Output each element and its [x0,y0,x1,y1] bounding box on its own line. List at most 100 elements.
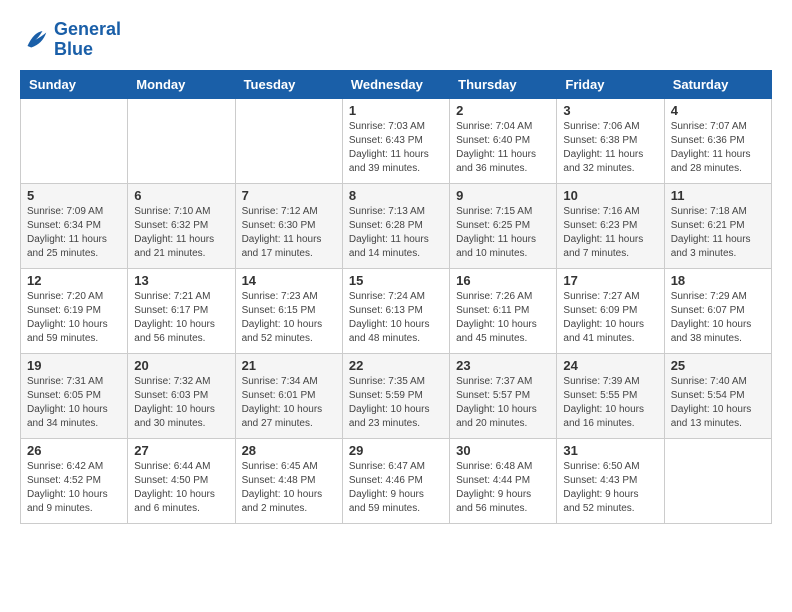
day-number: 8 [349,188,443,203]
calendar-week-row: 5 Sunrise: 7:09 AM Sunset: 6:34 PM Daylig… [21,183,772,268]
calendar-cell: 28 Sunrise: 6:45 AM Sunset: 4:48 PM Dayli… [235,438,342,523]
day-info: Sunrise: 6:42 AM Sunset: 4:52 PM Dayligh… [27,460,121,516]
calendar-cell: 6 Sunrise: 7:10 AM Sunset: 6:32 PM Daylig… [128,183,235,268]
day-number: 3 [563,103,657,118]
day-number: 12 [27,273,121,288]
day-info: Sunrise: 7:29 AM Sunset: 6:07 PM Dayligh… [671,290,765,346]
day-info: Sunrise: 7:34 AM Sunset: 6:01 PM Dayligh… [242,375,336,431]
calendar-cell: 16Sunrise: 7:26 AM Sunset: 6:11 PM Dayli… [450,268,557,353]
calendar-cell: 3 Sunrise: 7:06 AM Sunset: 6:38 PM Daylig… [557,98,664,183]
day-info: Sunrise: 7:39 AM Sunset: 5:55 PM Dayligh… [563,375,657,431]
day-info: Sunrise: 7:03 AM Sunset: 6:43 PM Dayligh… [349,120,443,176]
logo-text: General Blue [54,20,121,60]
day-number: 5 [27,188,121,203]
calendar-cell: 2 Sunrise: 7:04 AM Sunset: 6:40 PM Daylig… [450,98,557,183]
day-info: Sunrise: 7:13 AM Sunset: 6:28 PM Dayligh… [349,205,443,261]
day-number: 27 [134,443,228,458]
day-info: Sunrise: 7:31 AM Sunset: 6:05 PM Dayligh… [27,375,121,431]
day-number: 11 [671,188,765,203]
calendar-cell: 13 Sunrise: 7:21 AM Sunset: 6:17 PM Dayli… [128,268,235,353]
calendar-week-row: 19 Sunrise: 7:31 AM Sunset: 6:05 PM Dayli… [21,353,772,438]
calendar-week-row: 1 Sunrise: 7:03 AM Sunset: 6:43 PM Daylig… [21,98,772,183]
calendar-cell: 31 Sunrise: 6:50 AM Sunset: 4:43 PM Dayli… [557,438,664,523]
day-info: Sunrise: 7:37 AM Sunset: 5:57 PM Dayligh… [456,375,550,431]
calendar-cell: 5 Sunrise: 7:09 AM Sunset: 6:34 PM Daylig… [21,183,128,268]
day-number: 17 [563,273,657,288]
weekday-header-sunday: Sunday [21,70,128,98]
weekday-header-row: SundayMondayTuesdayWednesdayThursdayFrid… [21,70,772,98]
weekday-header-friday: Friday [557,70,664,98]
logo-icon [20,25,50,55]
calendar-cell: 4 Sunrise: 7:07 AM Sunset: 6:36 PM Daylig… [664,98,771,183]
calendar-cell: 23 Sunrise: 7:37 AM Sunset: 5:57 PM Dayli… [450,353,557,438]
day-number: 13 [134,273,228,288]
day-info: Sunrise: 7:23 AM Sunset: 6:15 PM Dayligh… [242,290,336,346]
calendar-cell: 10 Sunrise: 7:16 AM Sunset: 6:23 PM Dayli… [557,183,664,268]
calendar-cell: 26 Sunrise: 6:42 AM Sunset: 4:52 PM Dayli… [21,438,128,523]
day-info: Sunrise: 7:32 AM Sunset: 6:03 PM Dayligh… [134,375,228,431]
calendar-cell: 27 Sunrise: 6:44 AM Sunset: 4:50 PM Dayli… [128,438,235,523]
day-number: 23 [456,358,550,373]
day-info: Sunrise: 7:15 AM Sunset: 6:25 PM Dayligh… [456,205,550,261]
day-number: 25 [671,358,765,373]
day-number: 19 [27,358,121,373]
day-info: Sunrise: 7:20 AM Sunset: 6:19 PM Dayligh… [27,290,121,346]
day-info: Sunrise: 6:50 AM Sunset: 4:43 PM Dayligh… [563,460,657,516]
calendar-cell: 21 Sunrise: 7:34 AM Sunset: 6:01 PM Dayli… [235,353,342,438]
calendar-cell: 17Sunrise: 7:27 AM Sunset: 6:09 PM Dayli… [557,268,664,353]
calendar-cell: 30 Sunrise: 6:48 AM Sunset: 4:44 PM Dayli… [450,438,557,523]
day-info: Sunrise: 7:09 AM Sunset: 6:34 PM Dayligh… [27,205,121,261]
day-info: Sunrise: 7:10 AM Sunset: 6:32 PM Dayligh… [134,205,228,261]
day-info: Sunrise: 7:06 AM Sunset: 6:38 PM Dayligh… [563,120,657,176]
day-info: Sunrise: 7:21 AM Sunset: 6:17 PM Dayligh… [134,290,228,346]
weekday-header-saturday: Saturday [664,70,771,98]
calendar: SundayMondayTuesdayWednesdayThursdayFrid… [20,70,772,524]
day-info: Sunrise: 6:45 AM Sunset: 4:48 PM Dayligh… [242,460,336,516]
day-number: 10 [563,188,657,203]
calendar-cell: 24Sunrise: 7:39 AM Sunset: 5:55 PM Dayli… [557,353,664,438]
calendar-cell: 7 Sunrise: 7:12 AM Sunset: 6:30 PM Daylig… [235,183,342,268]
calendar-week-row: 26 Sunrise: 6:42 AM Sunset: 4:52 PM Dayli… [21,438,772,523]
day-number: 18 [671,273,765,288]
calendar-cell: 1 Sunrise: 7:03 AM Sunset: 6:43 PM Daylig… [342,98,449,183]
day-number: 7 [242,188,336,203]
calendar-cell: 14 Sunrise: 7:23 AM Sunset: 6:15 PM Dayli… [235,268,342,353]
day-number: 4 [671,103,765,118]
calendar-cell: 20 Sunrise: 7:32 AM Sunset: 6:03 PM Dayli… [128,353,235,438]
header: General Blue [20,20,772,60]
day-number: 20 [134,358,228,373]
logo: General Blue [20,20,121,60]
day-info: Sunrise: 7:40 AM Sunset: 5:54 PM Dayligh… [671,375,765,431]
weekday-header-wednesday: Wednesday [342,70,449,98]
weekday-header-thursday: Thursday [450,70,557,98]
day-info: Sunrise: 6:44 AM Sunset: 4:50 PM Dayligh… [134,460,228,516]
day-number: 22 [349,358,443,373]
day-number: 6 [134,188,228,203]
day-info: Sunrise: 7:07 AM Sunset: 6:36 PM Dayligh… [671,120,765,176]
day-info: Sunrise: 6:47 AM Sunset: 4:46 PM Dayligh… [349,460,443,516]
day-number: 1 [349,103,443,118]
calendar-cell: 22Sunrise: 7:35 AM Sunset: 5:59 PM Dayli… [342,353,449,438]
calendar-cell: 11Sunrise: 7:18 AM Sunset: 6:21 PM Dayli… [664,183,771,268]
calendar-cell: 18 Sunrise: 7:29 AM Sunset: 6:07 PM Dayli… [664,268,771,353]
day-number: 28 [242,443,336,458]
calendar-cell: 25 Sunrise: 7:40 AM Sunset: 5:54 PM Dayli… [664,353,771,438]
calendar-cell: 29Sunrise: 6:47 AM Sunset: 4:46 PM Dayli… [342,438,449,523]
day-info: Sunrise: 7:04 AM Sunset: 6:40 PM Dayligh… [456,120,550,176]
calendar-cell: 19 Sunrise: 7:31 AM Sunset: 6:05 PM Dayli… [21,353,128,438]
day-info: Sunrise: 7:16 AM Sunset: 6:23 PM Dayligh… [563,205,657,261]
day-info: Sunrise: 6:48 AM Sunset: 4:44 PM Dayligh… [456,460,550,516]
calendar-cell: 12 Sunrise: 7:20 AM Sunset: 6:19 PM Dayli… [21,268,128,353]
calendar-cell: 8 Sunrise: 7:13 AM Sunset: 6:28 PM Daylig… [342,183,449,268]
day-number: 21 [242,358,336,373]
calendar-week-row: 12 Sunrise: 7:20 AM Sunset: 6:19 PM Dayli… [21,268,772,353]
day-info: Sunrise: 7:12 AM Sunset: 6:30 PM Dayligh… [242,205,336,261]
day-info: Sunrise: 7:26 AM Sunset: 6:11 PM Dayligh… [456,290,550,346]
day-number: 26 [27,443,121,458]
day-number: 30 [456,443,550,458]
calendar-cell [664,438,771,523]
day-number: 31 [563,443,657,458]
day-number: 2 [456,103,550,118]
day-number: 14 [242,273,336,288]
calendar-cell [21,98,128,183]
